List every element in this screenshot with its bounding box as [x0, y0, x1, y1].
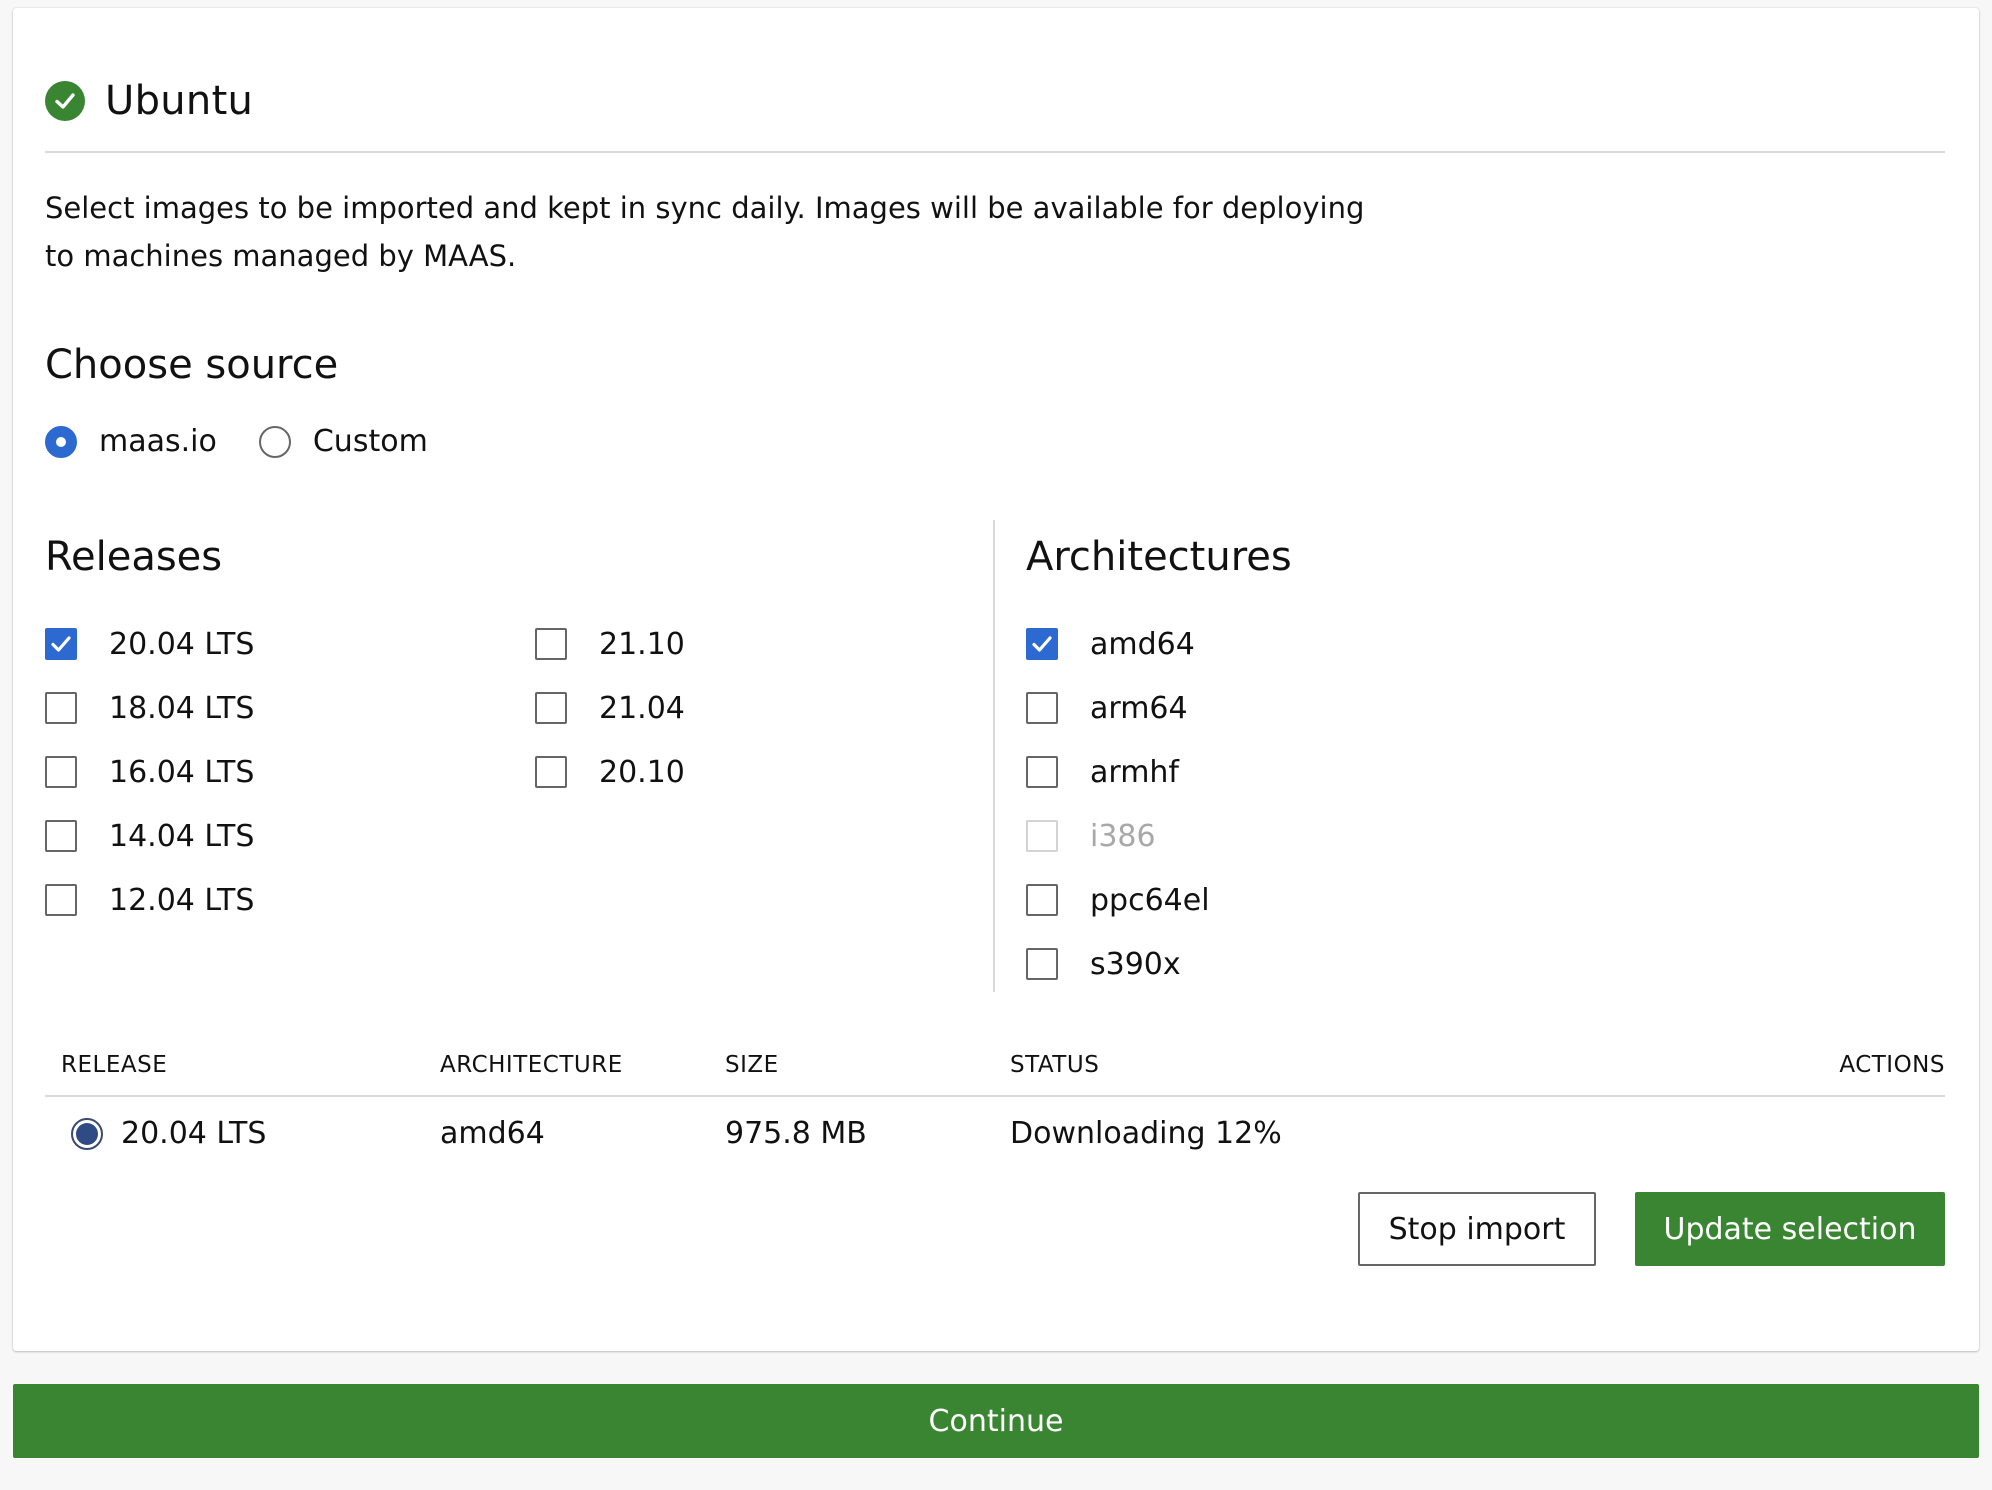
- architecture-checkbox-checked[interactable]: [1026, 628, 1058, 660]
- source-radio-group: maas.io Custom: [45, 424, 468, 459]
- release-checkbox[interactable]: [535, 756, 567, 788]
- release-checkbox[interactable]: [535, 628, 567, 660]
- architecture-option[interactable]: s390x: [1026, 932, 1210, 996]
- source-label-custom[interactable]: Custom: [313, 424, 428, 459]
- cell-status: Downloading 12%: [1010, 1116, 1282, 1151]
- architecture-checkbox[interactable]: [1026, 692, 1058, 724]
- architecture-checkbox[interactable]: [1026, 756, 1058, 788]
- release-checkbox-checked[interactable]: [45, 628, 77, 660]
- cell-size: 975.8 MB: [725, 1116, 867, 1151]
- architecture-label[interactable]: ppc64el: [1090, 883, 1210, 918]
- release-option[interactable]: 16.04 LTS: [45, 740, 254, 804]
- description-text: Select images to be imported and kept in…: [45, 191, 1365, 273]
- release-label[interactable]: 18.04 LTS: [109, 691, 254, 726]
- architecture-option[interactable]: ppc64el: [1026, 868, 1210, 932]
- releases-column-interim: 21.10 21.04 20.10: [535, 612, 685, 804]
- column-header-release[interactable]: RELEASE: [61, 1052, 167, 1078]
- cell-architecture: amd64: [440, 1116, 545, 1151]
- cell-release: 20.04 LTS: [121, 1116, 267, 1151]
- architecture-checkbox[interactable]: [1026, 884, 1058, 916]
- release-label[interactable]: 14.04 LTS: [109, 819, 254, 854]
- title-row: Ubuntu: [45, 78, 253, 124]
- table-row[interactable]: 20.04 LTS amd64 975.8 MB Downloading 12%: [61, 1112, 1941, 1162]
- architecture-label[interactable]: armhf: [1090, 755, 1179, 790]
- release-checkbox[interactable]: [45, 692, 77, 724]
- architecture-label[interactable]: amd64: [1090, 627, 1195, 662]
- choose-source-heading: Choose source: [45, 342, 339, 388]
- continue-button[interactable]: Continue: [13, 1384, 1979, 1458]
- release-option[interactable]: 12.04 LTS: [45, 868, 254, 932]
- column-header-status[interactable]: STATUS: [1010, 1052, 1099, 1078]
- release-option[interactable]: 21.10: [535, 612, 685, 676]
- release-checkbox[interactable]: [535, 692, 567, 724]
- release-label[interactable]: 16.04 LTS: [109, 755, 254, 790]
- column-header-architecture[interactable]: ARCHITECTURE: [440, 1052, 623, 1078]
- source-radio-custom[interactable]: [258, 425, 291, 458]
- architecture-checkbox[interactable]: [1026, 948, 1058, 980]
- release-label[interactable]: 21.04: [599, 691, 685, 726]
- architecture-label-disabled: i386: [1090, 818, 1156, 854]
- release-checkbox[interactable]: [45, 884, 77, 916]
- column-header-actions: ACTIONS: [1839, 1052, 1945, 1078]
- success-check-circle-icon: [45, 81, 85, 121]
- column-header-size[interactable]: SIZE: [725, 1052, 779, 1078]
- release-option[interactable]: 20.10: [535, 740, 685, 804]
- update-selection-button[interactable]: Update selection: [1635, 1192, 1945, 1266]
- release-checkbox[interactable]: [45, 756, 77, 788]
- architecture-option[interactable]: arm64: [1026, 676, 1210, 740]
- checkmark-icon: [1032, 636, 1052, 652]
- release-option[interactable]: 21.04: [535, 676, 685, 740]
- architecture-option[interactable]: armhf: [1026, 740, 1210, 804]
- architecture-option[interactable]: amd64: [1026, 612, 1210, 676]
- column-divider: [993, 520, 995, 992]
- architecture-label[interactable]: s390x: [1090, 947, 1181, 982]
- release-label[interactable]: 20.04 LTS: [109, 627, 254, 662]
- release-option[interactable]: 20.04 LTS: [45, 612, 254, 676]
- release-option[interactable]: 14.04 LTS: [45, 804, 254, 868]
- architecture-label[interactable]: arm64: [1090, 691, 1188, 726]
- architecture-option-disabled: i386: [1026, 804, 1210, 868]
- source-radio-maas-io[interactable]: [45, 425, 77, 458]
- release-label[interactable]: 21.10: [599, 627, 685, 662]
- release-label[interactable]: 20.10: [599, 755, 685, 790]
- architecture-checkbox-disabled: [1026, 820, 1058, 852]
- ubuntu-images-card: Ubuntu Select images to be imported and …: [13, 8, 1979, 1351]
- stop-import-button[interactable]: Stop import: [1358, 1192, 1596, 1266]
- row-select-radio[interactable]: [71, 1118, 103, 1150]
- release-label[interactable]: 12.04 LTS: [109, 883, 254, 918]
- release-option[interactable]: 18.04 LTS: [45, 676, 254, 740]
- page-title: Ubuntu: [105, 78, 254, 124]
- releases-column-lts: 20.04 LTS 18.04 LTS 16.04 LTS 14.04 LTS …: [45, 612, 254, 932]
- architectures-list: amd64 arm64 armhf i386 ppc64el s390x: [1026, 612, 1210, 996]
- title-divider: [45, 151, 1945, 153]
- source-label-maas-io[interactable]: maas.io: [99, 424, 217, 459]
- table-header-divider: [45, 1095, 1945, 1097]
- architectures-heading: Architectures: [1026, 534, 1292, 580]
- releases-heading: Releases: [45, 534, 223, 580]
- checkmark-icon: [51, 636, 71, 652]
- release-checkbox[interactable]: [45, 820, 77, 852]
